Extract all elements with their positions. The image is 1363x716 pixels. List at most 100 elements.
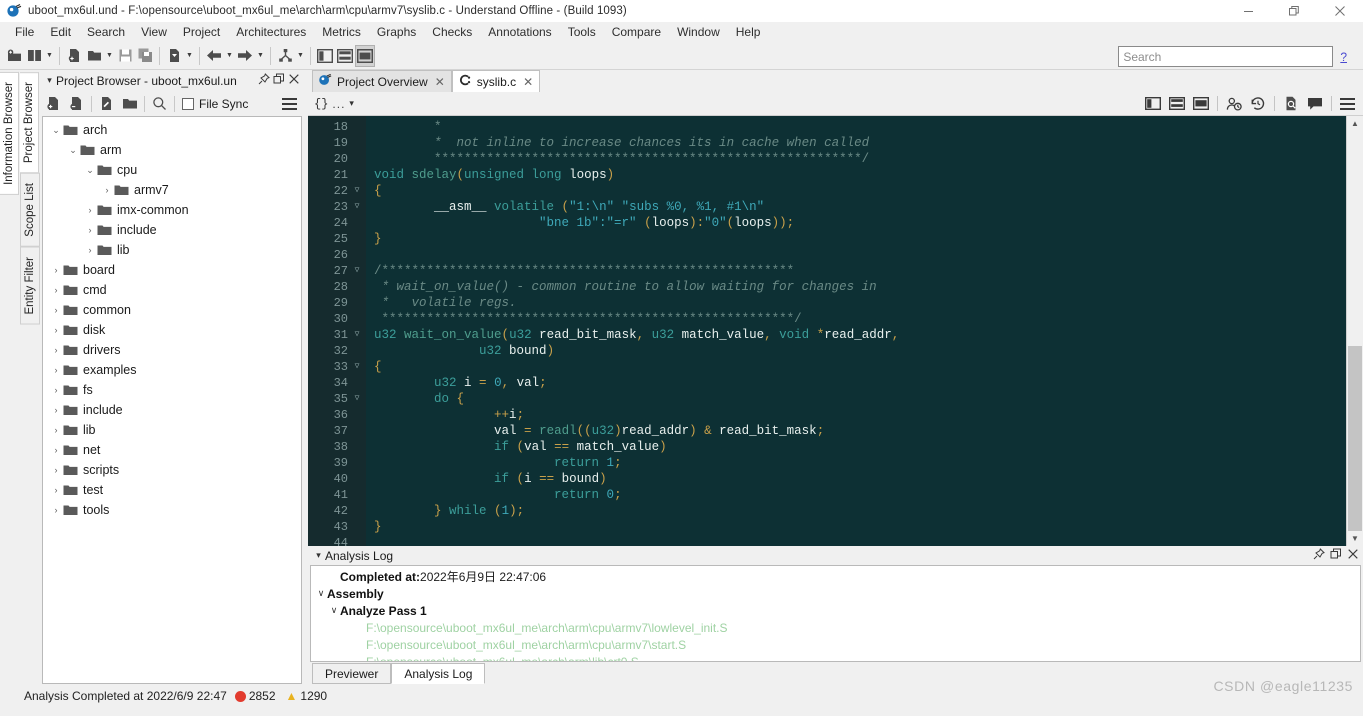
chevron-right-icon[interactable]: ›	[100, 185, 114, 195]
file-sync-checkbox[interactable]	[182, 97, 194, 110]
chevron-right-icon[interactable]: ›	[49, 385, 63, 395]
open-book-dropdown-caret[interactable]: ▼	[44, 45, 55, 67]
close-icon[interactable]: ✕	[521, 75, 533, 89]
chevron-down-icon[interactable]: ∨	[315, 588, 327, 599]
save-all-icon[interactable]	[135, 45, 155, 67]
graph-icon[interactable]	[275, 45, 295, 67]
open-folder-icon[interactable]	[118, 93, 141, 114]
log-row[interactable]: F:\opensource\uboot_mx6ul_me\arch\arm\cp…	[311, 619, 1360, 636]
analyze-file-icon[interactable]	[164, 45, 184, 67]
close-icon[interactable]	[287, 73, 301, 88]
tree-item-include[interactable]: › include	[43, 220, 301, 240]
chevron-right-icon[interactable]: ›	[49, 485, 63, 495]
back-dropdown-caret[interactable]: ▼	[224, 45, 235, 67]
menu-view[interactable]: View	[133, 23, 175, 42]
breadcrumb-ellipsis[interactable]: ...	[332, 97, 345, 111]
menu-tools[interactable]: Tools	[560, 23, 604, 42]
menu-project[interactable]: Project	[175, 23, 228, 42]
tree-item-drivers[interactable]: › drivers	[43, 340, 301, 360]
code-editor[interactable]: 18 19 20 21 22 ▽ 23 ▽ 24 25 26 27 ▽ 28 29 30 31 ▽ 32 33 ▽ 34 3…	[308, 115, 1363, 550]
graph-dropdown-caret[interactable]: ▼	[295, 45, 306, 67]
chevron-down-icon[interactable]: ⌄	[83, 165, 97, 176]
chevron-right-icon[interactable]: ›	[49, 285, 63, 295]
split-horizontal-icon[interactable]	[1166, 94, 1188, 113]
chevron-right-icon[interactable]: ›	[83, 225, 97, 235]
split-horizontal-icon[interactable]	[335, 45, 355, 67]
chevron-right-icon[interactable]: ›	[49, 325, 63, 335]
sidebar-item-project-browser[interactable]: Project Browser	[20, 72, 39, 174]
code-line[interactable]: "bne 1b":"=r" (loops):"0"(loops));	[366, 215, 1346, 231]
chevron-down-icon[interactable]: ⌄	[66, 145, 80, 156]
code-line[interactable]: * not inline to increase chances its in …	[366, 135, 1346, 151]
close-icon[interactable]	[1347, 548, 1359, 563]
close-button[interactable]	[1317, 0, 1363, 22]
code-line[interactable]: ++i;	[366, 407, 1346, 423]
analyze-dropdown-caret[interactable]: ▼	[184, 45, 195, 67]
tree-item-board[interactable]: › board	[43, 260, 301, 280]
log-row[interactable]: ∨ Analyze Pass 1	[311, 602, 1360, 619]
log-file-path[interactable]: F:\opensource\uboot_mx6ul_me\arch\arm\cp…	[366, 621, 728, 635]
pin-icon[interactable]	[1313, 548, 1325, 563]
chevron-right-icon[interactable]: ›	[49, 345, 63, 355]
fold-toggle-icon[interactable]: ▽	[352, 183, 362, 199]
chevron-down-icon[interactable]: ▾	[349, 98, 354, 109]
code-line[interactable]: __asm__ volatile ("1:\n" "subs %0, %1, #…	[366, 199, 1346, 215]
menu-window[interactable]: Window	[669, 23, 728, 42]
tree-item-scripts[interactable]: › scripts	[43, 460, 301, 480]
code-line[interactable]: val = readl((u32)read_addr) & read_bit_m…	[366, 423, 1346, 439]
code-line[interactable]: void sdelay(unsigned long loops)	[366, 167, 1346, 183]
scrollbar-track[interactable]	[1347, 131, 1363, 531]
single-pane-icon[interactable]	[355, 44, 375, 67]
code-line[interactable]: } while (1);	[366, 503, 1346, 519]
tab-project-overview[interactable]: Project Overview ✕	[312, 70, 452, 92]
code-line[interactable]: u32 bound)	[366, 343, 1346, 359]
code-line[interactable]: u32 i = 0, val;	[366, 375, 1346, 391]
code-line[interactable]: * wait_on_value() - common routine to al…	[366, 279, 1346, 295]
tree-item-common[interactable]: › common	[43, 300, 301, 320]
menu-metrics[interactable]: Metrics	[314, 23, 369, 42]
code-line[interactable]: ****************************************…	[366, 311, 1346, 327]
scroll-down-arrow-icon[interactable]: ▼	[1347, 531, 1363, 546]
chevron-right-icon[interactable]: ›	[49, 445, 63, 455]
tree-item-lib[interactable]: › lib	[43, 240, 301, 260]
forward-dropdown-caret[interactable]: ▼	[255, 45, 266, 67]
chevron-right-icon[interactable]: ›	[49, 505, 63, 515]
chevron-right-icon[interactable]: ›	[49, 405, 63, 415]
menu-architectures[interactable]: Architectures	[228, 23, 314, 42]
edit-file-icon[interactable]	[95, 93, 118, 114]
code-line[interactable]: *	[366, 119, 1346, 135]
project-file-tree[interactable]: ⌄ arch ⌄ arm ⌄ cpu › armv7 › imx-common › include › l…	[42, 116, 302, 684]
tree-item-include[interactable]: › include	[43, 400, 301, 420]
new-project-icon[interactable]	[4, 45, 24, 67]
remove-file-icon[interactable]	[65, 93, 88, 114]
chevron-right-icon[interactable]: ›	[83, 245, 97, 255]
restore-icon[interactable]	[1330, 548, 1342, 563]
code-line[interactable]	[366, 535, 1346, 546]
tree-item-lib[interactable]: › lib	[43, 420, 301, 440]
code-line[interactable]: {	[366, 183, 1346, 199]
log-row[interactable]: F:\opensource\uboot_mx6ul_me\arch\arm\li…	[311, 653, 1360, 662]
fold-toggle-icon[interactable]: ▽	[352, 391, 362, 407]
sidebar-item-entity-filter[interactable]: Entity Filter	[20, 246, 40, 325]
source-code-view[interactable]: * * not inline to increase chances its i…	[366, 116, 1346, 546]
back-arrow-icon[interactable]	[204, 45, 224, 67]
split-vertical-icon[interactable]	[1142, 94, 1164, 113]
file-sync-toggle[interactable]: File Sync	[182, 97, 248, 111]
menu-edit[interactable]: Edit	[42, 23, 79, 42]
tree-item-fs[interactable]: › fs	[43, 380, 301, 400]
menu-help[interactable]: Help	[728, 23, 769, 42]
open-folder-dropdown-caret[interactable]: ▼	[104, 45, 115, 67]
log-row[interactable]: Completed at: 2022年6月9日 22:47:06	[311, 568, 1360, 585]
open-book-icon[interactable]	[24, 45, 44, 67]
menu-annotations[interactable]: Annotations	[480, 23, 559, 42]
scroll-up-arrow-icon[interactable]: ▲	[1347, 116, 1363, 131]
log-file-path[interactable]: F:\opensource\uboot_mx6ul_me\arch\arm\li…	[366, 655, 639, 662]
chevron-right-icon[interactable]: ›	[49, 305, 63, 315]
chevron-down-icon[interactable]: ∨	[328, 605, 340, 616]
minimize-button[interactable]	[1225, 0, 1271, 22]
tree-item-net[interactable]: › net	[43, 440, 301, 460]
tree-item-arch[interactable]: ⌄ arch	[43, 120, 301, 140]
document-search-icon[interactable]	[1280, 94, 1302, 113]
editor-vertical-scrollbar[interactable]: ▲ ▼	[1346, 116, 1363, 546]
tree-item-examples[interactable]: › examples	[43, 360, 301, 380]
